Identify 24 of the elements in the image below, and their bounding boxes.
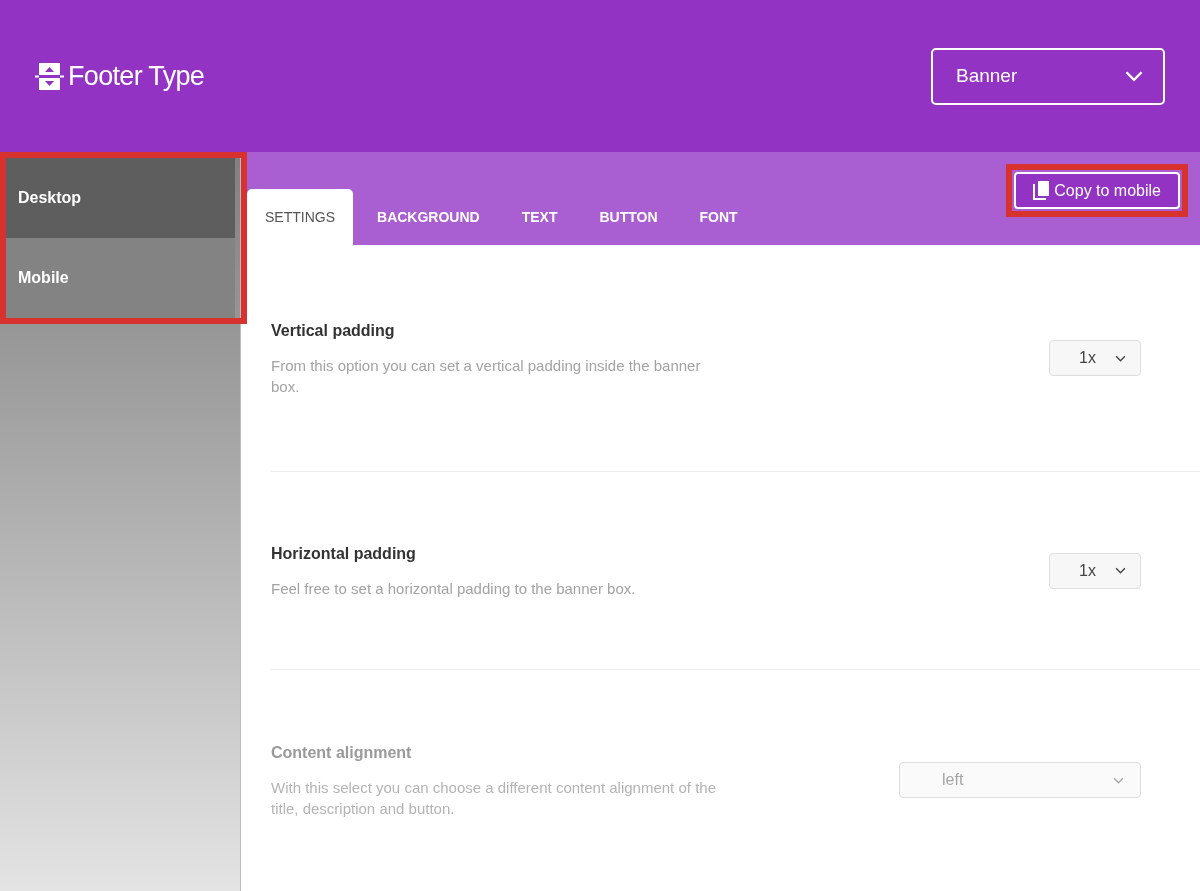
setting-description: With this select you can choose a different content alignment of the title, description and button. xyxy=(271,778,717,819)
chevron-down-icon xyxy=(1113,776,1124,784)
tab[interactable]: BUTTON xyxy=(581,189,676,245)
copy-icon xyxy=(1033,181,1050,200)
expand-arrows-icon xyxy=(35,62,64,90)
copy-to-mobile-button[interactable]: Copy to mobile xyxy=(1014,172,1180,209)
sidebar-item[interactable]: Mobile xyxy=(6,238,235,318)
option-select[interactable]: 1x xyxy=(1049,340,1141,376)
tab[interactable]: TEXT xyxy=(503,189,576,245)
option-select[interactable]: 1x xyxy=(1049,552,1141,589)
sidebar-item[interactable]: Desktop xyxy=(6,158,235,238)
tab[interactable]: FONT xyxy=(681,189,756,245)
setting-title: Horizontal padding xyxy=(271,544,417,564)
setting-description: Feel free to set a horizontal padding to the banner box. xyxy=(271,579,637,599)
tab[interactable]: SETTINGS xyxy=(247,189,353,245)
chevron-down-icon xyxy=(1125,70,1143,82)
page-title: Footer Type xyxy=(68,59,205,93)
setting-description: From this option you can set a vertical padding inside the banner box. xyxy=(271,356,702,397)
tab[interactable]: BACKGROUND xyxy=(359,189,498,245)
setting-title: Content alignment xyxy=(271,743,413,763)
chevron-down-icon xyxy=(1115,567,1126,574)
type-select[interactable]: Banner xyxy=(931,47,1165,105)
chevron-down-icon xyxy=(1115,354,1126,362)
setting-title: Vertical padding xyxy=(271,321,396,341)
